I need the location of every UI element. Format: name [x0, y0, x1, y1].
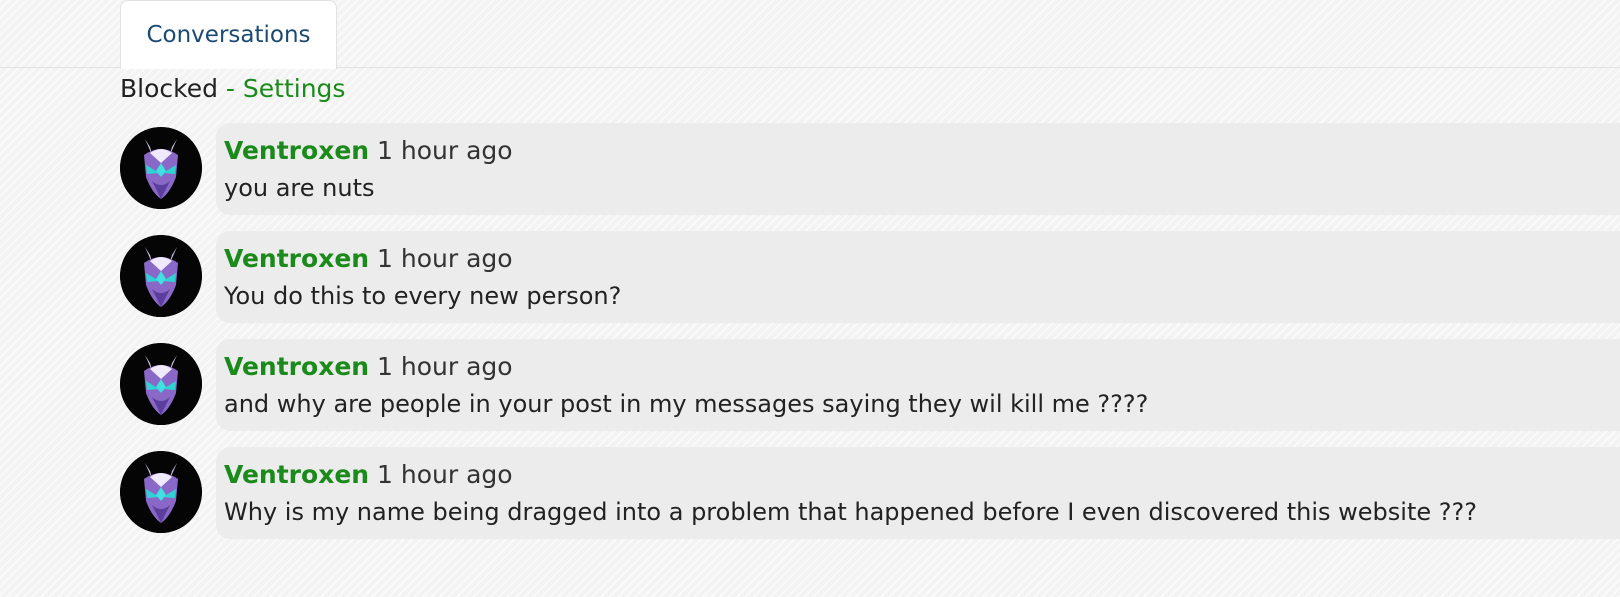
message-meta: Ventroxen 1 hour ago	[224, 459, 513, 491]
message-time: 1 hour ago	[377, 136, 513, 165]
tab-bar: Conversations	[0, 0, 1620, 69]
author-link[interactable]: Ventroxen	[224, 460, 369, 489]
message-text: you are nuts	[224, 174, 375, 202]
avatar[interactable]	[120, 235, 202, 317]
message-time: 1 hour ago	[377, 352, 513, 381]
blocked-label: Blocked	[120, 74, 218, 103]
avatar[interactable]	[120, 343, 202, 425]
message-item: Ventroxen 1 hour ago you are nuts	[120, 123, 1620, 215]
message-item: Ventroxen 1 hour ago and why are people …	[120, 339, 1620, 431]
message-item: Ventroxen 1 hour ago Why is my name bein…	[120, 447, 1620, 539]
message-meta: Ventroxen 1 hour ago	[224, 243, 513, 275]
message-text: You do this to every new person?	[224, 282, 622, 310]
message-text: and why are people in your post in my me…	[224, 390, 1149, 418]
message-item: Ventroxen 1 hour ago You do this to ever…	[120, 231, 1620, 323]
message-meta: Ventroxen 1 hour ago	[224, 135, 513, 167]
message-time: 1 hour ago	[377, 244, 513, 273]
masked-warrior-icon	[120, 127, 202, 209]
subheader: Blocked - Settings	[120, 72, 345, 106]
separator: -	[217, 74, 243, 103]
avatar[interactable]	[120, 451, 202, 533]
message-bubble: Ventroxen 1 hour ago and why are people …	[216, 339, 1620, 431]
tab-conversations[interactable]: Conversations	[120, 0, 337, 69]
author-link[interactable]: Ventroxen	[224, 136, 369, 165]
message-time: 1 hour ago	[377, 460, 513, 489]
author-link[interactable]: Ventroxen	[224, 352, 369, 381]
message-bubble: Ventroxen 1 hour ago you are nuts	[216, 123, 1620, 215]
message-meta: Ventroxen 1 hour ago	[224, 351, 513, 383]
masked-warrior-icon	[120, 343, 202, 425]
message-bubble: Ventroxen 1 hour ago Why is my name bein…	[216, 447, 1620, 539]
settings-label: Settings	[242, 74, 346, 103]
author-link[interactable]: Ventroxen	[224, 244, 369, 273]
masked-warrior-icon	[120, 235, 202, 317]
message-text: Why is my name being dragged into a prob…	[224, 498, 1477, 526]
settings-link[interactable]: - Settings	[217, 74, 346, 103]
message-bubble: Ventroxen 1 hour ago You do this to ever…	[216, 231, 1620, 323]
avatar[interactable]	[120, 127, 202, 209]
masked-warrior-icon	[120, 451, 202, 533]
